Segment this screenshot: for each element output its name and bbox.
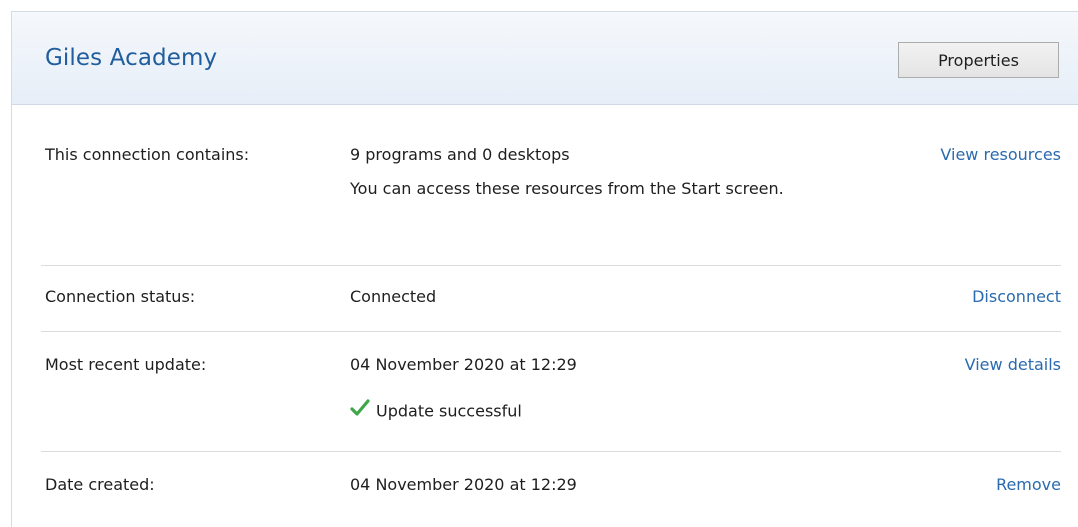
view-resources-link[interactable]: View resources — [940, 145, 1061, 164]
view-details-link[interactable]: View details — [965, 355, 1061, 374]
disconnect-link[interactable]: Disconnect — [972, 287, 1061, 306]
connection-title: Giles Academy — [45, 45, 218, 71]
checkmark-icon — [350, 398, 370, 422]
update-value: 04 November 2020 at 12:29 — [350, 355, 577, 374]
divider — [41, 265, 1061, 266]
divider — [41, 451, 1061, 452]
contains-value: 9 programs and 0 desktops — [350, 145, 570, 164]
update-label: Most recent update: — [45, 355, 207, 374]
connection-header: Giles Academy Properties — [12, 12, 1078, 105]
remove-link[interactable]: Remove — [996, 475, 1061, 494]
contains-label: This connection contains: — [45, 145, 250, 164]
properties-button[interactable]: Properties — [898, 42, 1059, 78]
created-value: 04 November 2020 at 12:29 — [350, 475, 577, 494]
divider — [41, 331, 1061, 332]
update-result-text: Update successful — [376, 401, 522, 421]
status-value: Connected — [350, 287, 437, 306]
status-label: Connection status: — [45, 287, 196, 306]
remoteapp-connection-panel: Giles Academy Properties This connection… — [11, 11, 1078, 527]
contains-note: You can access these resources from the … — [350, 179, 784, 198]
update-result: Update successful — [350, 398, 522, 424]
created-label: Date created: — [45, 475, 155, 494]
